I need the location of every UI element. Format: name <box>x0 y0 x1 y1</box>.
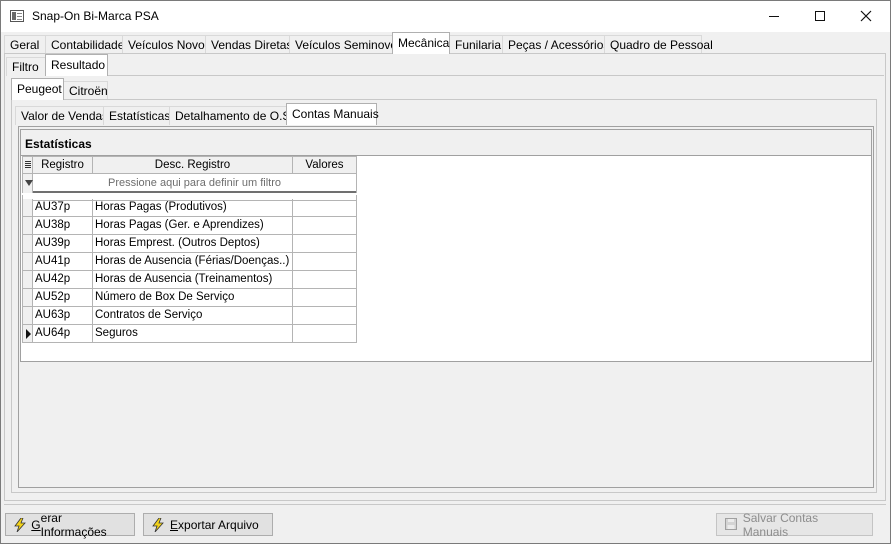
exportar-label: xportar Arquivo <box>178 517 259 532</box>
filter-placeholder[interactable]: Pressione aqui para definir um filtro <box>33 174 357 193</box>
salvar-label: Salvar Contas Manuais <box>742 510 819 539</box>
current-row-arrow-icon <box>26 329 31 339</box>
table-row[interactable]: AU37p Horas Pagas (Produtivos) <box>22 199 357 217</box>
tab-vendas-diretas[interactable]: Vendas Diretas <box>205 35 292 54</box>
view-tabs: Filtro Resultado <box>6 54 108 76</box>
cell-registro[interactable]: AU64p <box>33 325 93 343</box>
brand-tabs: Peugeot Citroën <box>11 78 108 100</box>
exportar-accel-letter: E <box>170 517 179 532</box>
minimize-icon <box>769 15 779 17</box>
tab-valor-de-vendas[interactable]: Valor de Vendas <box>15 106 108 125</box>
tab-pecas-acessorios[interactable]: Peças / Acessórios <box>502 35 609 54</box>
tab-filtro[interactable]: Filtro <box>6 57 46 76</box>
close-button[interactable] <box>843 1 889 31</box>
table-row[interactable]: AU39p Horas Emprest. (Outros Deptos) <box>22 235 357 253</box>
cell-valores[interactable] <box>293 289 357 307</box>
exportar-arquivo-button[interactable]: Exportar Arquivo <box>143 513 273 536</box>
table-row[interactable]: AU41p Horas de Ausencia (Férias/Doenças.… <box>22 253 357 271</box>
tab-detalhamento-os[interactable]: Detalhamento de O.S. <box>169 106 294 125</box>
column-header-desc-registro[interactable]: Desc. Registro <box>93 156 293 174</box>
tab-estatisticas[interactable]: Estatísticas <box>103 106 170 125</box>
cell-desc[interactable]: Horas de Ausencia (Treinamentos) <box>93 271 293 289</box>
row-indicator[interactable] <box>22 199 33 217</box>
main-tabs: Geral Contabilidade Veículos Novos Venda… <box>4 32 713 54</box>
cell-registro[interactable]: AU37p <box>33 199 93 217</box>
footer-divider <box>4 504 886 505</box>
funnel-icon <box>25 180 33 186</box>
close-icon <box>860 10 872 22</box>
table-row[interactable]: AU52p Número de Box De Serviço <box>22 289 357 307</box>
cell-registro[interactable]: AU42p <box>33 271 93 289</box>
cell-registro[interactable]: AU41p <box>33 253 93 271</box>
tab-contabilidade[interactable]: Contabilidade <box>45 35 124 54</box>
cell-valores[interactable] <box>293 235 357 253</box>
maximize-button[interactable] <box>797 1 843 31</box>
tab-funilaria[interactable]: Funilaria <box>449 35 503 54</box>
grid-header-row: Registro Desc. Registro Valores <box>22 156 357 174</box>
tab-peugeot[interactable]: Peugeot <box>11 78 64 100</box>
gerar-label: erar Informações <box>40 510 107 539</box>
cell-valores[interactable] <box>293 325 357 343</box>
cell-registro[interactable]: AU52p <box>33 289 93 307</box>
row-indicator[interactable] <box>22 271 33 289</box>
lightning-icon <box>152 517 164 532</box>
maximize-icon <box>815 11 825 21</box>
row-indicator[interactable] <box>22 217 33 235</box>
cell-desc[interactable]: Horas Emprest. (Outros Deptos) <box>93 235 293 253</box>
cell-valores[interactable] <box>293 307 357 325</box>
row-indicator[interactable] <box>22 289 33 307</box>
cell-desc[interactable]: Horas de Ausencia (Férias/Doenças..) <box>93 253 293 271</box>
window-title: Snap-On Bi-Marca PSA <box>32 9 159 23</box>
group-title: Estatísticas <box>21 130 871 156</box>
tab-quadro-de-pessoal[interactable]: Quadro de Pessoal <box>604 35 713 54</box>
table-row[interactable]: AU64p Seguros <box>22 325 357 343</box>
row-indicator[interactable] <box>22 235 33 253</box>
column-header-valores[interactable]: Valores <box>293 156 357 174</box>
tab-mecanica[interactable]: Mecânica <box>392 32 450 54</box>
cell-registro[interactable]: AU63p <box>33 307 93 325</box>
row-indicator-current[interactable] <box>22 325 33 343</box>
table-row[interactable]: AU38p Horas Pagas (Ger. e Aprendizes) <box>22 217 357 235</box>
salvar-contas-manuais-button[interactable]: Salvar Contas Manuais <box>716 510 873 539</box>
tab-contas-manuais[interactable]: Contas Manuais <box>286 103 379 125</box>
column-header-registro[interactable]: Registro <box>33 156 93 174</box>
save-disk-icon <box>725 517 737 532</box>
table-row[interactable]: AU63p Contratos de Serviço <box>22 307 357 325</box>
cell-desc[interactable]: Contratos de Serviço <box>93 307 293 325</box>
tab-geral[interactable]: Geral <box>4 35 46 54</box>
cell-valores[interactable] <box>293 271 357 289</box>
row-indicator[interactable] <box>22 307 33 325</box>
gerar-informacoes-button[interactable]: Gerar Informações <box>5 510 135 539</box>
title-bar: Snap-On Bi-Marca PSA <box>1 1 890 32</box>
minimize-button[interactable] <box>751 1 797 31</box>
cell-desc[interactable]: Horas Pagas (Ger. e Aprendizes) <box>93 217 293 235</box>
cell-registro[interactable]: AU39p <box>33 235 93 253</box>
column-chooser-button[interactable] <box>22 156 33 174</box>
cell-registro[interactable]: AU38p <box>33 217 93 235</box>
tab-resultado[interactable]: Resultado <box>45 54 108 76</box>
filter-indicator <box>22 174 33 193</box>
tab-veiculos-novos[interactable]: Veículos Novos <box>122 35 211 54</box>
cell-desc[interactable]: Número de Box De Serviço <box>93 289 293 307</box>
gerar-accel-letter: G <box>31 517 41 532</box>
report-tabs: Valor de Vendas Estatísticas Detalhament… <box>15 103 379 125</box>
cell-valores[interactable] <box>293 199 357 217</box>
columns-icon <box>25 161 31 170</box>
cell-valores[interactable] <box>293 253 357 271</box>
tab-citroen[interactable]: Citroën <box>63 81 108 100</box>
grid-filter-row[interactable]: Pressione aqui para definir um filtro <box>22 174 357 193</box>
cell-desc[interactable]: Seguros <box>93 325 293 343</box>
view-tabs-baseline <box>6 75 884 76</box>
table-row[interactable]: AU42p Horas de Ausencia (Treinamentos) <box>22 271 357 289</box>
cell-desc[interactable]: Horas Pagas (Produtivos) <box>93 199 293 217</box>
row-indicator[interactable] <box>22 253 33 271</box>
app-icon <box>10 10 24 22</box>
cell-valores[interactable] <box>293 217 357 235</box>
tab-veiculos-seminovos[interactable]: Veículos Seminovos <box>289 35 403 54</box>
lightning-icon <box>14 517 26 532</box>
